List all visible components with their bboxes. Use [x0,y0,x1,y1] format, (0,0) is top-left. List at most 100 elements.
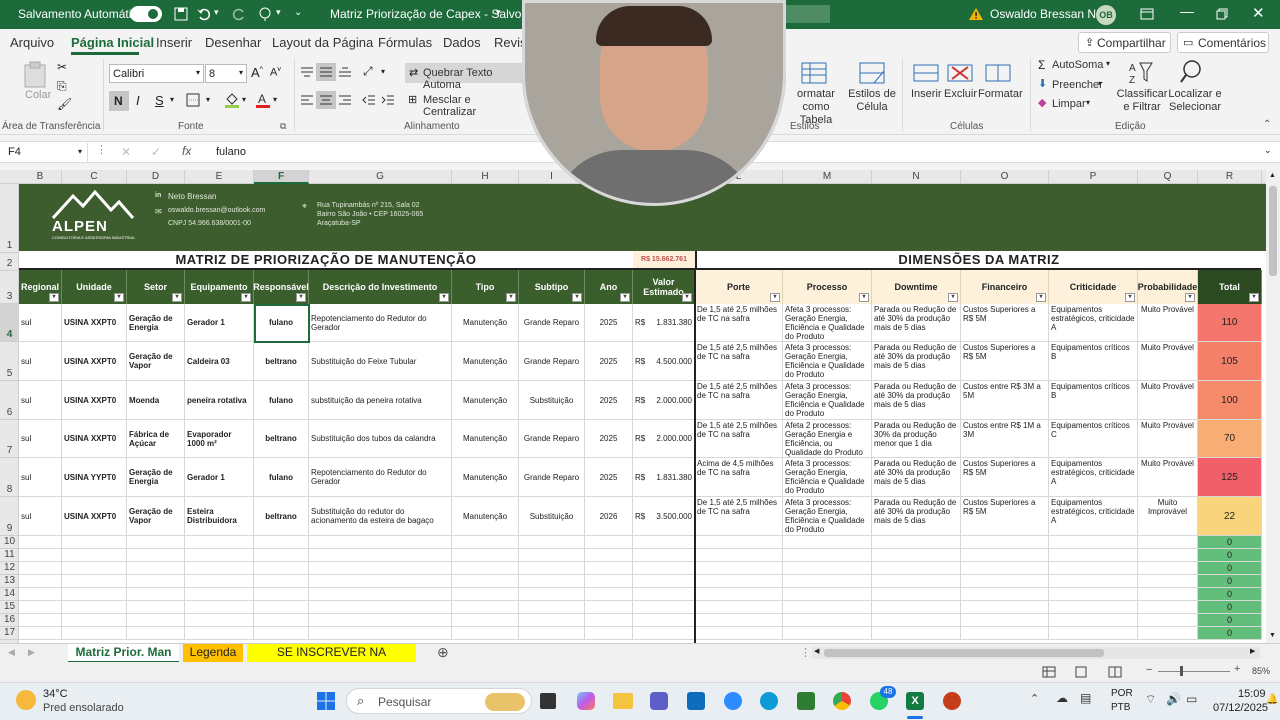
empty-cell[interactable] [127,562,185,575]
font-color-dropdown-icon[interactable]: ▾ [273,95,277,104]
empty-cell[interactable] [519,588,585,601]
cell-valor[interactable]: R$ 3.500.000 [633,497,695,536]
column-header[interactable]: C [62,170,127,184]
empty-cell[interactable] [519,536,585,549]
empty-cell[interactable] [19,562,62,575]
bold-button[interactable]: N [109,91,129,111]
italic-button[interactable]: I [136,93,140,108]
empty-cell[interactable] [62,627,127,640]
find-select-icon[interactable] [1180,59,1206,85]
header-processo[interactable]: Processo ▾ [783,270,872,304]
header-financeiro[interactable]: Financeiro ▾ [961,270,1049,304]
tab-split-icon[interactable]: ⋮ [800,646,811,659]
empty-cell[interactable] [185,562,254,575]
cell-responsavel[interactable]: fulano [254,381,309,420]
empty-cell[interactable] [961,536,1049,549]
empty-cell[interactable] [519,575,585,588]
sheet-tab[interactable]: SE INSCREVER NA MENTORIA [247,644,416,676]
onedrive-icon[interactable]: ☁ [1056,691,1068,705]
filter-dropdown-icon[interactable]: ▾ [506,293,516,302]
column-header[interactable]: N [872,170,961,184]
empty-cell[interactable] [19,614,62,627]
empty-cell[interactable] [961,575,1049,588]
empty-cell[interactable] [254,601,309,614]
empty-cell[interactable] [1138,536,1198,549]
align-middle-icon[interactable] [319,66,333,78]
sheet-tab[interactable]: Legenda [183,644,243,663]
cell-financeiro[interactable]: Custos Superiores a R$ 5M [961,304,1049,342]
empty-cell[interactable] [452,536,519,549]
filter-dropdown-icon[interactable]: ▾ [172,293,182,302]
excel-icon[interactable]: X [906,692,924,710]
confirm-icon[interactable]: ✓ [151,145,161,159]
filter-dropdown-icon[interactable]: ▾ [1185,293,1195,302]
undo-dropdown-icon[interactable]: ▾ [214,7,219,18]
prev-sheet-icon[interactable]: ◀ [8,647,15,658]
empty-cell[interactable] [309,562,452,575]
cell-total-empty[interactable]: 0 [1198,601,1262,614]
empty-cell[interactable] [452,601,519,614]
empty-cell[interactable] [62,601,127,614]
filter-dropdown-icon[interactable]: ▾ [1125,293,1135,302]
empty-cell[interactable] [695,627,783,640]
cell-processo[interactable]: Afeta 3 processos: Geração Energia, Efic… [783,381,872,420]
cell-downtime[interactable]: Parada ou Redução de até 30% da produção… [872,304,961,342]
cell-ano[interactable]: 2025 [585,381,633,420]
empty-cell[interactable] [695,575,783,588]
cell-regional[interactable]: sul [19,420,62,458]
empty-cell[interactable] [62,614,127,627]
filter-dropdown-icon[interactable]: ▾ [49,293,59,302]
empty-cell[interactable] [519,562,585,575]
format-cells-label[interactable]: Formatar [978,88,1023,100]
task-view-icon[interactable] [540,693,556,709]
cell-unidade[interactable]: USINA XXPT0 [62,497,127,536]
align-left-icon[interactable] [300,94,314,106]
cell-descricao[interactable]: Repotenciamento do Redutor do Gerador [309,458,452,497]
empty-cell[interactable] [961,588,1049,601]
column-header[interactable]: Q [1138,170,1198,184]
row-header[interactable]: 3 [0,271,19,304]
cell-total[interactable]: 110 [1198,304,1262,342]
cell-subtipo[interactable]: Grande Reparo [519,458,585,497]
redo-icon[interactable] [232,7,246,21]
doc-title[interactable]: Matriz Priorização de Capex - Salvo [330,7,521,21]
autosum-dropdown-icon[interactable]: ▾ [1106,59,1110,68]
cell-valor[interactable]: R$ 1.831.380 [633,304,695,342]
cell-probabilidade[interactable]: Muito Provável [1138,381,1198,420]
empty-cell[interactable] [127,588,185,601]
cell-responsavel[interactable]: beltrano [254,342,309,381]
cell-regional[interactable]: sul [19,304,62,342]
autosum-icon[interactable]: Σ [1038,58,1045,72]
ribbon-display-icon[interactable] [1140,8,1154,20]
edge-icon[interactable] [760,692,778,710]
cell-financeiro[interactable]: Custos Superiores a R$ 5M [961,342,1049,381]
empty-cell[interactable] [62,549,127,562]
empty-cell[interactable] [872,588,961,601]
scroll-up-icon[interactable]: ▲ [1269,172,1276,179]
filter-dropdown-icon[interactable]: ▾ [948,293,958,302]
cell-total-empty[interactable]: 0 [1198,575,1262,588]
find-select-label[interactable]: Localizar e Selecionar [1165,88,1225,114]
cell-valor[interactable]: R$ 2.000.000 [633,420,695,458]
user-name[interactable]: Oswaldo Bressan Neto [990,7,1113,21]
empty-cell[interactable] [62,562,127,575]
header-ano[interactable]: Ano ▾ [585,270,633,304]
row-header[interactable]: 17 [0,627,19,640]
empty-cell[interactable] [633,549,695,562]
filter-dropdown-icon[interactable]: ▾ [296,293,306,302]
filter-dropdown-icon[interactable]: ▾ [859,293,869,302]
minimize-icon[interactable]: — [1180,3,1194,19]
powerpoint-icon[interactable] [943,692,961,710]
cell-tipo[interactable]: Manutenção [452,497,519,536]
outlook-icon[interactable] [687,692,705,710]
cell-processo[interactable]: Afeta 3 processos: Geração Energia, Efic… [783,497,872,536]
zoom-out-icon[interactable]: − [1146,664,1152,676]
cell-descricao[interactable]: substituição da peneira rotativa [309,381,452,420]
more-options-icon[interactable]: ⋮ [96,143,107,156]
cell-subtipo[interactable]: Grande Reparo [519,304,585,342]
empty-cell[interactable] [309,627,452,640]
empty-cell[interactable] [1138,562,1198,575]
cell-equipamento[interactable]: peneira rotativa [185,381,254,420]
font-grow-icon[interactable]: A^ [251,65,263,80]
empty-cell[interactable] [1138,575,1198,588]
